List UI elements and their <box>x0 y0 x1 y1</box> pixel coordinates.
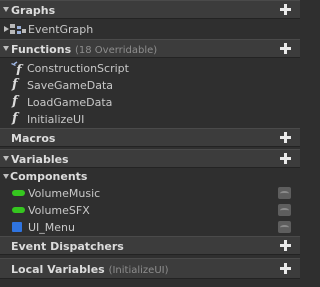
add-variable-button[interactable] <box>280 153 291 164</box>
variables-section-header[interactable]: Variables <box>0 149 300 168</box>
my-blueprint-panel: Graphs EventGraph Functions (18 Overrida… <box>0 0 300 287</box>
graph-item-label: EventGraph <box>28 23 94 36</box>
event-graph-icon <box>10 24 26 34</box>
variable-item-label: UI_Menu <box>28 221 75 234</box>
functions-title-text: Functions <box>11 43 72 56</box>
svg-text:f: f <box>15 63 24 75</box>
function-item-constructionscript[interactable]: f ConstructionScript <box>0 60 300 77</box>
add-event-dispatcher-button[interactable] <box>280 240 291 251</box>
local-variables-scope: (InitializeUI) <box>108 265 169 276</box>
add-local-variable-button[interactable] <box>280 263 291 274</box>
function-item-label: ConstructionScript <box>27 62 129 75</box>
visibility-toggle-icon[interactable] <box>278 204 291 216</box>
local-variables-section-header[interactable]: Local Variables (InitializeUI) <box>0 258 300 279</box>
variable-item-volumesfx[interactable]: VolumeSFX <box>0 202 300 219</box>
variable-category-components[interactable]: Components <box>0 168 300 185</box>
functions-overridable-count: (18 Overridable) <box>74 45 158 56</box>
variable-item-label: VolumeSFX <box>28 204 90 217</box>
local-variables-section-title: Local Variables (InitializeUI) <box>11 263 168 276</box>
macros-section-title: Macros <box>11 132 56 145</box>
float-variable-icon <box>12 207 25 213</box>
graphs-section-header[interactable]: Graphs <box>0 0 300 19</box>
local-variables-title-text: Local Variables <box>11 263 105 276</box>
visibility-toggle-icon[interactable] <box>278 221 291 233</box>
variable-item-label: VolumeMusic <box>28 187 101 200</box>
object-variable-icon <box>12 222 22 232</box>
add-macro-button[interactable] <box>280 132 291 143</box>
category-label: Components <box>10 170 88 183</box>
function-icon: f <box>12 94 18 109</box>
macros-section-header[interactable]: Macros <box>0 128 300 147</box>
add-graph-button[interactable] <box>280 4 291 15</box>
function-item-initializeui[interactable]: f InitializeUI <box>0 111 300 128</box>
function-icon: f <box>12 77 18 92</box>
collapse-arrow-icon[interactable] <box>3 46 9 51</box>
graphs-section-title: Graphs <box>11 4 56 17</box>
collapse-arrow-icon[interactable] <box>3 7 9 12</box>
expand-arrow-icon[interactable] <box>4 26 9 32</box>
event-dispatchers-section-title: Event Dispatchers <box>11 240 124 253</box>
variables-section-title: Variables <box>11 153 69 166</box>
functions-section-header[interactable]: Functions (18 Overridable) <box>0 39 300 58</box>
function-item-label: SaveGameData <box>27 79 114 92</box>
visibility-toggle-icon[interactable] <box>278 187 291 199</box>
graph-item-eventgraph[interactable]: EventGraph <box>0 21 300 38</box>
collapse-arrow-icon[interactable] <box>3 174 9 179</box>
construction-script-icon: f <box>11 61 24 75</box>
function-item-label: InitializeUI <box>27 113 85 126</box>
function-item-loadgamedata[interactable]: f LoadGameData <box>0 94 300 111</box>
event-dispatchers-section-header[interactable]: Event Dispatchers <box>0 236 300 255</box>
collapse-arrow-icon[interactable] <box>3 156 9 161</box>
function-icon: f <box>12 111 18 126</box>
variable-item-volumemusic[interactable]: VolumeMusic <box>0 185 300 202</box>
add-function-button[interactable] <box>280 43 291 54</box>
function-item-savegamedata[interactable]: f SaveGameData <box>0 77 300 94</box>
function-item-label: LoadGameData <box>27 96 113 109</box>
variable-item-ui-menu[interactable]: UI_Menu <box>0 219 300 236</box>
functions-section-title: Functions (18 Overridable) <box>11 43 157 56</box>
float-variable-icon <box>12 190 25 196</box>
